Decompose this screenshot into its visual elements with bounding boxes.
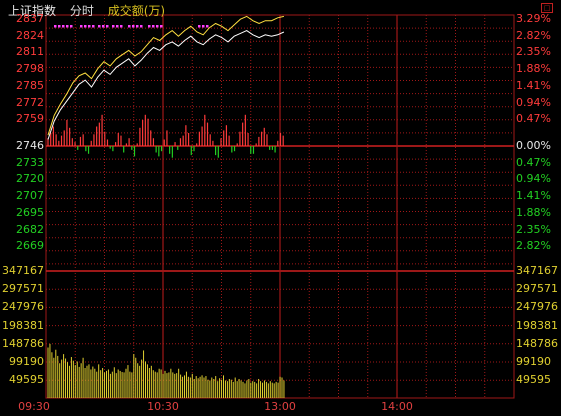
pct-tick-label: 1.41% bbox=[516, 189, 551, 203]
price-tick-label: 2824 bbox=[16, 28, 44, 42]
signal-marker bbox=[80, 25, 83, 28]
volume-tick-label: 247976 bbox=[2, 300, 44, 314]
price-tick-label: 2811 bbox=[16, 45, 44, 59]
volume-unit-label: 成交额(万) bbox=[107, 4, 166, 18]
volume-tick-label: 198381 bbox=[2, 318, 44, 332]
signal-marker bbox=[116, 25, 119, 28]
pct-tick-label: 1.41% bbox=[516, 78, 551, 92]
signal-marker bbox=[202, 25, 205, 28]
volume-tick-label: 49595 bbox=[9, 373, 44, 387]
price-tick-label: 2837 bbox=[16, 12, 44, 25]
signal-marker bbox=[140, 25, 143, 28]
volume-tick-label: 49595 bbox=[516, 373, 551, 387]
prev-close-label: 2746 bbox=[16, 139, 44, 152]
time-tick-label: 14:00 bbox=[381, 400, 413, 413]
time-tick-label: 10:30 bbox=[147, 400, 179, 413]
signal-marker bbox=[58, 25, 61, 28]
signal-marker bbox=[198, 25, 201, 28]
price-tick-label: 2695 bbox=[16, 205, 44, 219]
volume-tick-label: 247976 bbox=[516, 300, 558, 314]
price-tick-label: 2682 bbox=[16, 222, 44, 236]
volume-tick-label: 347167 bbox=[2, 264, 44, 277]
signal-marker bbox=[54, 25, 57, 28]
price-tick-label: 2798 bbox=[16, 62, 44, 76]
signal-marker bbox=[136, 25, 139, 28]
signal-marker bbox=[152, 25, 155, 28]
pct-tick-label: 2.35% bbox=[516, 222, 551, 236]
pct-tick-label: 2.35% bbox=[516, 45, 551, 59]
signal-marker bbox=[206, 25, 209, 28]
pct-tick-label: 2.82% bbox=[516, 28, 551, 42]
signal-marker bbox=[88, 25, 91, 28]
price-tick-label: 2707 bbox=[16, 189, 44, 203]
signal-marker bbox=[160, 25, 163, 28]
signal-marker bbox=[148, 25, 151, 28]
signal-marker bbox=[98, 25, 101, 28]
index-avg-line bbox=[47, 15, 285, 136]
volume-tick-label: 148786 bbox=[516, 336, 558, 350]
signal-marker bbox=[106, 25, 109, 28]
signal-marker bbox=[132, 25, 135, 28]
chart-canvas[interactable] bbox=[0, 0, 561, 416]
volume-tick-label: 99190 bbox=[516, 355, 551, 368]
signal-marker bbox=[120, 25, 123, 28]
pct-tick-label: 0.94% bbox=[516, 172, 551, 186]
price-tick-label: 2669 bbox=[16, 239, 44, 253]
pct-tick-label: 1.88% bbox=[516, 62, 551, 76]
volume-tick-label: 198381 bbox=[516, 318, 558, 332]
pct-tick-label: 0.94% bbox=[516, 95, 551, 109]
time-tick-label: 13:00 bbox=[264, 400, 296, 413]
signal-marker bbox=[70, 25, 73, 28]
price-tick-label: 2720 bbox=[16, 172, 44, 186]
price-tick-label: 2733 bbox=[16, 155, 44, 169]
intraday-chart-window[interactable]: { "header": { "title": "上证指数", "mode": "… bbox=[0, 0, 561, 416]
price-tick-label: 2772 bbox=[16, 95, 44, 109]
signal-marker bbox=[112, 25, 115, 28]
price-tick-label: 2785 bbox=[16, 78, 44, 92]
signal-marker bbox=[66, 25, 69, 28]
pct-tick-label: 3.29% bbox=[516, 12, 551, 25]
pct-tick-label: 0.47% bbox=[516, 112, 551, 126]
signal-marker bbox=[128, 25, 131, 28]
signal-marker bbox=[84, 25, 87, 28]
index-price-line bbox=[47, 30, 285, 140]
pct-tick-label: 0.47% bbox=[516, 155, 551, 169]
pct-zero-label: 0.00% bbox=[516, 139, 551, 152]
pct-tick-label: 2.82% bbox=[516, 239, 551, 253]
volume-tick-label: 297571 bbox=[2, 282, 44, 296]
signal-marker bbox=[92, 25, 95, 28]
volume-tick-label: 347167 bbox=[516, 264, 558, 277]
signal-marker bbox=[62, 25, 65, 28]
time-tick-label: 09:30 bbox=[18, 400, 50, 413]
chart-mode-label[interactable]: 分时 bbox=[70, 4, 94, 18]
volume-tick-label: 148786 bbox=[2, 336, 44, 350]
volume-tick-label: 99190 bbox=[9, 355, 44, 368]
pct-tick-label: 1.88% bbox=[516, 205, 551, 219]
signal-marker bbox=[102, 25, 105, 28]
price-tick-label: 2759 bbox=[16, 112, 44, 126]
volume-tick-label: 297571 bbox=[516, 282, 558, 296]
signal-marker bbox=[156, 25, 159, 28]
